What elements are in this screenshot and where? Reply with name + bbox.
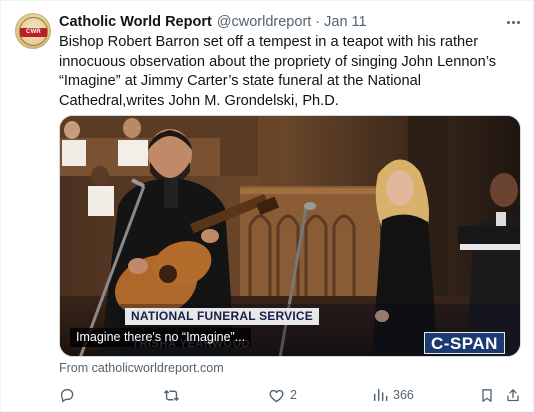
bookmark-icon bbox=[482, 388, 492, 402]
views-button[interactable]: 366 bbox=[372, 385, 414, 405]
avatar-badge: CWR bbox=[20, 28, 47, 37]
share-button[interactable] bbox=[505, 385, 521, 405]
bookmark-button[interactable] bbox=[479, 385, 495, 405]
tweet-header: Catholic World Report @cworldreport · Ja… bbox=[59, 13, 367, 31]
tweet-media[interactable]: NATIONAL FUNERAL SERVICE TRISHA YEARWOOD… bbox=[59, 115, 521, 357]
reply-icon bbox=[61, 389, 74, 403]
source-link[interactable]: From catholicworldreport.com bbox=[59, 361, 224, 375]
author-handle[interactable]: @cworldreport bbox=[217, 14, 312, 30]
retweet-button[interactable] bbox=[163, 385, 185, 405]
lower-third-title: NATIONAL FUNERAL SERVICE bbox=[125, 308, 319, 325]
tweet-date[interactable]: Jan 11 bbox=[324, 14, 366, 30]
cspan-logo: C-SPAN bbox=[424, 332, 505, 354]
views-count: 366 bbox=[393, 388, 414, 402]
views-icon bbox=[373, 388, 388, 402]
tweet-card[interactable]: CWR Catholic World Report @cworldreport … bbox=[0, 0, 534, 412]
header-separator: · bbox=[315, 14, 321, 30]
like-count: 2 bbox=[290, 388, 297, 402]
more-icon[interactable] bbox=[503, 13, 523, 31]
author-avatar[interactable]: CWR bbox=[15, 13, 51, 49]
retweet-icon bbox=[164, 389, 179, 401]
author-name[interactable]: Catholic World Report bbox=[59, 14, 212, 30]
reply-button[interactable] bbox=[59, 385, 80, 405]
like-button[interactable]: 2 bbox=[268, 385, 297, 405]
tweet-text: Bishop Robert Barron set off a tempest i… bbox=[59, 34, 497, 109]
heart-icon bbox=[269, 389, 284, 402]
video-caption: Imagine there's no “Imagine”... bbox=[70, 328, 252, 347]
share-icon bbox=[507, 388, 519, 401]
action-bar: 2 366 bbox=[59, 385, 525, 405]
